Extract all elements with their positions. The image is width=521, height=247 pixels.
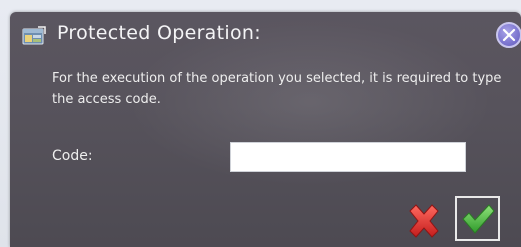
dialog-message: For the execution of the operation you s… (52, 71, 502, 107)
cancel-button[interactable] (404, 201, 444, 241)
confirm-button[interactable] (455, 196, 500, 241)
protected-operation-dialog: Protected Operation: For the execution o… (10, 12, 521, 247)
app-window-icon (22, 26, 46, 46)
red-x-icon (409, 204, 439, 238)
green-checkmark-icon (462, 204, 495, 234)
code-label: Code: (52, 148, 93, 164)
access-code-input[interactable] (230, 142, 466, 172)
dialog-title: Protected Operation: (57, 22, 261, 44)
close-button[interactable] (496, 22, 521, 48)
close-icon (502, 28, 516, 42)
